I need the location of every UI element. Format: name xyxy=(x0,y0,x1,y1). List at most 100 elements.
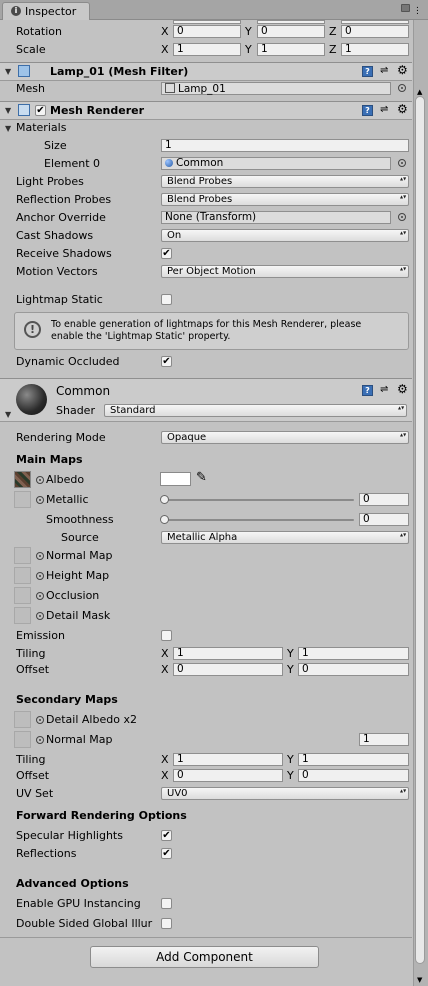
rendering-mode-dropdown[interactable]: Opaque xyxy=(161,431,409,444)
scale-y-label[interactable]: Y xyxy=(245,43,252,56)
preset-icon[interactable]: ⇌ xyxy=(380,65,388,76)
scroll-up-arrow[interactable]: ▲ xyxy=(417,88,422,96)
shader-dropdown[interactable]: Standard xyxy=(104,404,407,417)
materials-size-field[interactable]: 1 xyxy=(161,139,409,152)
light-probes-dropdown[interactable]: Blend Probes xyxy=(161,175,409,188)
secondary-normal-picker-icon[interactable] xyxy=(36,736,44,744)
reflections-checkbox[interactable]: ✔ xyxy=(161,848,172,859)
rotation-y-field[interactable]: 0 xyxy=(257,25,325,38)
albedo-color-swatch[interactable] xyxy=(160,472,191,486)
albedo-texture-slot[interactable] xyxy=(14,471,31,488)
offset-y-field[interactable]: 0 xyxy=(298,663,409,676)
rotation-x-field[interactable]: 0 xyxy=(173,25,241,38)
reflection-probes-dropdown[interactable]: Blend Probes xyxy=(161,193,409,206)
smoothness-value-field[interactable]: 0 xyxy=(359,513,409,526)
tiling2-y-field[interactable]: 1 xyxy=(298,753,409,766)
help-icon[interactable]: ? xyxy=(362,66,373,77)
scale-z-label[interactable]: Z xyxy=(329,43,337,56)
materials-label[interactable]: Materials xyxy=(16,121,66,134)
position-x-field[interactable] xyxy=(173,20,241,24)
normal-map-picker-icon[interactable] xyxy=(36,552,44,560)
position-z-field[interactable] xyxy=(341,20,409,24)
materials-foldout-icon[interactable]: ▼ xyxy=(5,124,11,133)
normal-map-texture-slot[interactable] xyxy=(14,547,31,564)
metallic-picker-icon[interactable] xyxy=(36,496,44,504)
metallic-slider-track[interactable] xyxy=(164,499,354,501)
scrollbar-thumb[interactable] xyxy=(415,96,425,964)
scale-x-label[interactable]: X xyxy=(161,43,169,56)
occlusion-picker-icon[interactable] xyxy=(36,592,44,600)
lightmap-static-checkbox[interactable] xyxy=(161,294,172,305)
cast-shadows-dropdown[interactable]: On xyxy=(161,229,409,242)
height-map-picker-icon[interactable] xyxy=(36,572,44,580)
help-icon[interactable]: ? xyxy=(362,105,373,116)
metallic-slider-thumb[interactable] xyxy=(160,495,169,504)
albedo-picker-icon[interactable] xyxy=(36,476,44,484)
offset2-x-label[interactable]: X xyxy=(161,769,169,782)
anchor-override-picker-icon[interactable] xyxy=(398,213,406,221)
gear-icon[interactable]: ⚙ xyxy=(397,63,408,77)
tiling-x-field[interactable]: 1 xyxy=(173,647,283,660)
detail-mask-picker-icon[interactable] xyxy=(36,612,44,620)
preset-icon[interactable]: ⇌ xyxy=(380,384,388,395)
rotation-x-label[interactable]: X xyxy=(161,25,169,38)
inspector-tab[interactable]: i Inspector xyxy=(2,2,90,20)
offset2-x-field[interactable]: 0 xyxy=(173,769,283,782)
rotation-z-label[interactable]: Z xyxy=(329,25,337,38)
scale-x-field[interactable]: 1 xyxy=(173,43,241,56)
tiling-y-field[interactable]: 1 xyxy=(298,647,409,660)
mesh-picker-icon[interactable] xyxy=(398,84,406,92)
tiling-y-label[interactable]: Y xyxy=(287,647,294,660)
tiling2-y-label[interactable]: Y xyxy=(287,753,294,766)
position-y-field[interactable] xyxy=(257,20,325,24)
help-icon[interactable]: ? xyxy=(362,385,373,396)
detail-mask-texture-slot[interactable] xyxy=(14,607,31,624)
gear-icon[interactable]: ⚙ xyxy=(397,382,408,396)
mesh-object-field[interactable]: Lamp_01 xyxy=(161,82,391,95)
offset2-y-label[interactable]: Y xyxy=(287,769,294,782)
lock-icon[interactable] xyxy=(401,4,410,12)
context-menu-icon[interactable]: ... xyxy=(416,2,422,17)
secondary-normal-texture-slot[interactable] xyxy=(14,731,31,748)
rotation-z-field[interactable]: 0 xyxy=(341,25,409,38)
offset-x-field[interactable]: 0 xyxy=(173,663,283,676)
receive-shadows-checkbox[interactable]: ✔ xyxy=(161,248,172,259)
tiling-x-label[interactable]: X xyxy=(161,647,169,660)
double-sided-gi-checkbox[interactable] xyxy=(161,918,172,929)
add-component-button[interactable]: Add Component xyxy=(90,946,319,968)
motion-vectors-dropdown[interactable]: Per Object Motion xyxy=(161,265,409,278)
scroll-down-arrow[interactable]: ▼ xyxy=(417,976,422,984)
height-map-texture-slot[interactable] xyxy=(14,567,31,584)
gear-icon[interactable]: ⚙ xyxy=(397,102,408,116)
occlusion-texture-slot[interactable] xyxy=(14,587,31,604)
dynamic-occluded-checkbox[interactable]: ✔ xyxy=(161,356,172,367)
mesh-renderer-enabled-checkbox[interactable]: ✔ xyxy=(35,105,46,116)
element0-picker-icon[interactable] xyxy=(398,159,406,167)
smoothness-slider-track[interactable] xyxy=(164,519,354,521)
material-foldout-icon[interactable]: ▼ xyxy=(5,410,11,419)
element0-object-field[interactable]: Common xyxy=(161,157,391,170)
smoothness-slider-thumb[interactable] xyxy=(160,515,169,524)
tiling2-x-label[interactable]: X xyxy=(161,753,169,766)
anchor-override-field[interactable]: None (Transform) xyxy=(161,211,391,224)
specular-highlights-checkbox[interactable]: ✔ xyxy=(161,830,172,841)
offset2-y-field[interactable]: 0 xyxy=(298,769,409,782)
detail-albedo-picker-icon[interactable] xyxy=(36,716,44,724)
emission-checkbox[interactable] xyxy=(161,630,172,641)
source-dropdown[interactable]: Metallic Alpha xyxy=(161,531,409,544)
metallic-value-field[interactable]: 0 xyxy=(359,493,409,506)
secondary-normal-scale-field[interactable]: 1 xyxy=(359,733,409,746)
offset-x-label[interactable]: X xyxy=(161,663,169,676)
uv-set-dropdown[interactable]: UV0 xyxy=(161,787,409,800)
mesh-filter-foldout-icon[interactable]: ▼ xyxy=(5,67,11,76)
offset-y-label[interactable]: Y xyxy=(287,663,294,676)
gpu-instancing-checkbox[interactable] xyxy=(161,898,172,909)
metallic-texture-slot[interactable] xyxy=(14,491,31,508)
mesh-renderer-foldout-icon[interactable]: ▼ xyxy=(5,106,11,115)
eyedropper-icon[interactable]: ✎ xyxy=(196,470,207,485)
scale-y-field[interactable]: 1 xyxy=(257,43,325,56)
tiling2-x-field[interactable]: 1 xyxy=(173,753,283,766)
rotation-y-label[interactable]: Y xyxy=(245,25,252,38)
detail-albedo-texture-slot[interactable] xyxy=(14,711,31,728)
preset-icon[interactable]: ⇌ xyxy=(380,104,388,115)
